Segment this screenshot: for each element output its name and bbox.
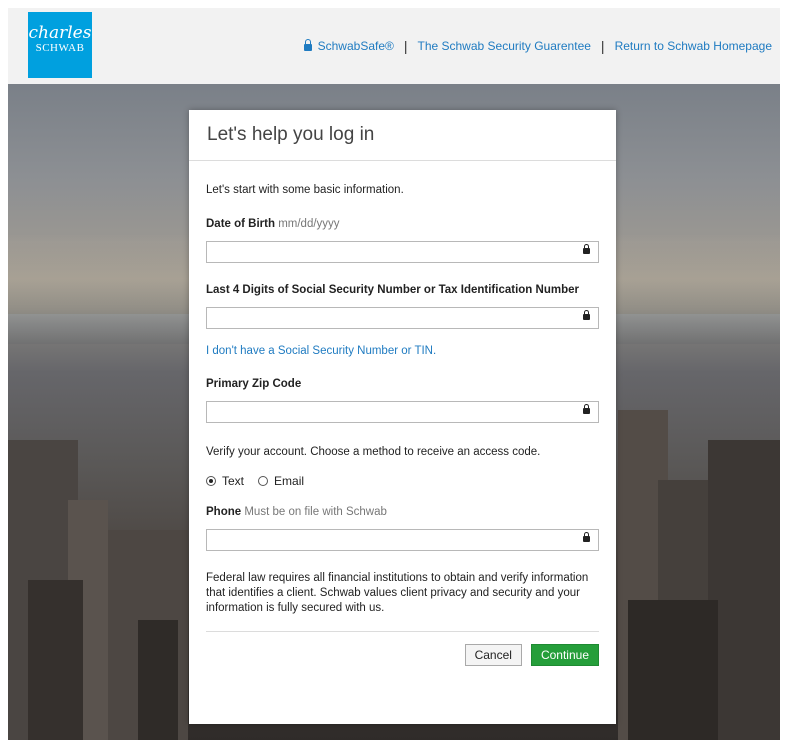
radio-selected-icon — [206, 476, 216, 486]
dob-field[interactable] — [206, 241, 599, 263]
dob-input[interactable] — [207, 242, 579, 262]
no-ssn-link[interactable]: I don't have a Social Security Number or… — [206, 345, 599, 357]
legal-disclaimer: Federal law requires all financial insti… — [206, 572, 589, 614]
building — [138, 620, 178, 740]
intro-text: Let's start with some basic information. — [206, 184, 404, 196]
top-header: charles SCHWAB SchwabSafe® | The Schwab … — [8, 8, 780, 85]
building — [708, 440, 780, 740]
verify-instructions: Verify your account. Choose a method to … — [206, 446, 541, 458]
lock-icon — [303, 38, 312, 51]
modal-header: Let's help you log in — [189, 110, 616, 161]
logo-caps-text: SCHWAB — [35, 42, 85, 54]
dob-label: Date of Birth mm/dd/yyyy — [206, 218, 599, 230]
modal-title: Let's help you log in — [207, 124, 375, 145]
zip-label: Primary Zip Code — [206, 378, 302, 390]
radio-email-label: Email — [274, 474, 305, 488]
ssn-field[interactable] — [206, 307, 599, 329]
lock-icon — [583, 532, 590, 542]
phone-field[interactable] — [206, 529, 599, 551]
charles-schwab-logo[interactable]: charles SCHWAB — [28, 12, 92, 78]
ssn-label: Last 4 Digits of Social Security Number … — [206, 284, 579, 296]
nav-separator: | — [600, 38, 605, 54]
nav-separator: | — [403, 38, 408, 54]
phone-label: Phone Must be on file with Schwab — [206, 506, 599, 518]
zip-input[interactable] — [207, 402, 579, 422]
radio-unselected-icon — [258, 476, 269, 486]
lock-icon — [583, 244, 590, 254]
ssn-input[interactable] — [207, 308, 579, 328]
building — [628, 600, 718, 740]
top-nav: SchwabSafe® | The Schwab Security Guaren… — [303, 38, 772, 54]
continue-button[interactable]: Continue — [530, 644, 599, 666]
radio-email[interactable]: Email — [258, 474, 304, 488]
dob-hint: mm/dd/yyyy — [278, 218, 340, 230]
return-home-link[interactable]: Return to Schwab Homepage — [615, 39, 772, 53]
dob-label-text: Date of Birth — [206, 218, 275, 230]
building — [28, 580, 83, 740]
phone-hint: Must be on file with Schwab — [244, 506, 387, 518]
lock-icon — [583, 404, 590, 414]
modal-actions: Cancel Continue — [206, 644, 599, 666]
login-help-modal: Let's help you log in Let's start with s… — [189, 110, 616, 724]
zip-field[interactable] — [206, 401, 599, 423]
footer-divider — [206, 631, 599, 632]
modal-body: Let's start with some basic information.… — [189, 184, 616, 666]
phone-input[interactable] — [207, 530, 579, 550]
logo-script-text: charles — [28, 23, 92, 43]
radio-text[interactable]: Text — [206, 474, 244, 488]
schwabsafe-link[interactable]: SchwabSafe® — [318, 39, 394, 53]
radio-text-label: Text — [222, 474, 245, 488]
security-guarantee-link[interactable]: The Schwab Security Guarentee — [417, 39, 590, 53]
phone-label-text: Phone — [206, 506, 242, 518]
lock-icon — [583, 310, 590, 320]
access-code-method: Text Email — [206, 474, 599, 488]
cancel-button[interactable]: Cancel — [464, 644, 522, 666]
page: charles SCHWAB SchwabSafe® | The Schwab … — [0, 0, 786, 740]
